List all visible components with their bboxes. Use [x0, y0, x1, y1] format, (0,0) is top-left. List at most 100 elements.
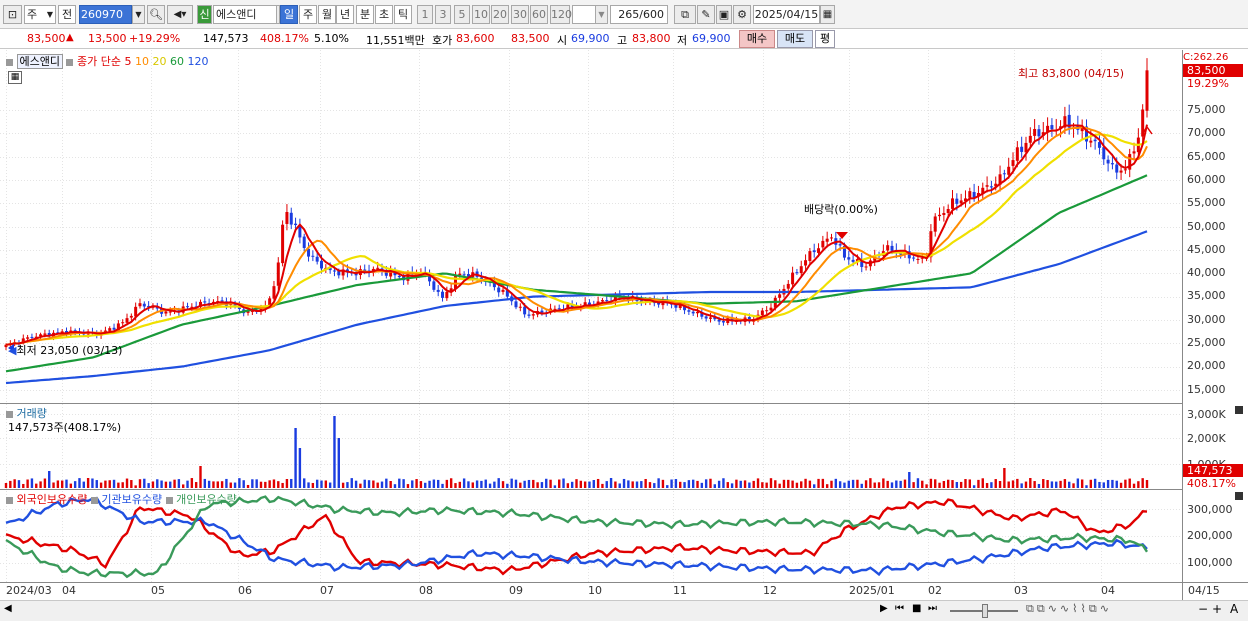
period-tab-6[interactable]: 틱	[394, 5, 412, 24]
code-dropdown-icon[interactable]: ▼	[132, 5, 145, 24]
volume-bar	[648, 482, 652, 488]
interval-button-10[interactable]: 10	[472, 5, 490, 24]
scroll-left-icon[interactable]: ◀	[4, 603, 12, 614]
volume-bar	[125, 478, 129, 488]
interval-dropdown-icon[interactable]: ▼	[595, 5, 608, 24]
legend-ma20[interactable]: 20	[152, 55, 166, 68]
volume-bar	[955, 482, 959, 488]
search-icon[interactable]: 🔍︎	[147, 5, 165, 24]
stop-icon[interactable]: ■	[912, 603, 921, 614]
layout-icon[interactable]: ⊡	[3, 5, 22, 24]
interval-button-30[interactable]: 30	[511, 5, 529, 24]
volume-bar	[869, 478, 872, 488]
stock-name-field[interactable]: 에스앤디	[213, 5, 277, 24]
candle-body	[938, 214, 942, 217]
volume-bar	[48, 471, 51, 488]
legend-ma10[interactable]: 10	[135, 55, 149, 68]
volume-bar	[748, 482, 751, 488]
x-axis-label: 09	[509, 584, 523, 597]
volume-bar	[899, 480, 902, 488]
legend-ma60[interactable]: 60	[170, 55, 184, 68]
indicator-icon[interactable]: ⧉	[674, 5, 696, 24]
draw-tool-icon[interactable]: ✎	[697, 5, 715, 24]
scroll-bar[interactable]: ◀ ▶ ⏮ ■ ⏭ ⧉⧉∿∿⌇⌇⧉∿ − + A	[0, 600, 1248, 621]
auto-scale-icon[interactable]: A	[1230, 602, 1238, 616]
volume-bar	[653, 483, 656, 488]
pane-close-icon[interactable]	[1235, 492, 1243, 500]
volume-bar	[890, 482, 894, 488]
market-select[interactable]: 주 ▼	[24, 5, 56, 24]
candle-body	[501, 289, 505, 292]
eval-button[interactable]: 평	[815, 30, 835, 48]
zoom-in-icon[interactable]: +	[1212, 602, 1222, 616]
volume-bar	[363, 479, 366, 488]
chart-area[interactable]	[0, 50, 1248, 601]
legend-foreign[interactable]: 외국인보유수량	[17, 493, 88, 506]
candle-body	[397, 275, 401, 278]
period-tab-1[interactable]: 주	[299, 5, 317, 24]
interval-button-3[interactable]: 3	[435, 5, 451, 24]
volume-bar	[1119, 482, 1123, 488]
volume-bar	[903, 479, 907, 488]
volume-bar	[320, 480, 323, 488]
first-icon[interactable]: ⏮	[895, 603, 904, 614]
volume-bar	[255, 479, 258, 488]
period-tab-2[interactable]: 월	[318, 5, 336, 24]
volume-bar	[523, 480, 526, 488]
save-icon[interactable]: ▣	[716, 5, 732, 24]
interval-button-1[interactable]: 1	[417, 5, 433, 24]
date-field[interactable]: 2025/04/15	[753, 5, 820, 24]
interval-button-60[interactable]: 60	[530, 5, 548, 24]
period-tab-4[interactable]: 분	[356, 5, 374, 24]
count-field[interactable]: 265/600	[610, 5, 668, 24]
interval-button-5[interactable]: 5	[454, 5, 470, 24]
volume-bar	[1020, 483, 1023, 488]
candle-body	[302, 236, 306, 248]
period-tab-5[interactable]: 초	[375, 5, 393, 24]
candle-body	[557, 308, 561, 310]
interval-button-20[interactable]: 20	[491, 5, 509, 24]
volume-bar	[117, 482, 120, 488]
pane-close-icon[interactable]	[1235, 406, 1243, 414]
legend-close-ma5[interactable]: 종가 단순 5	[77, 55, 131, 68]
stock-code-input[interactable]: 260970	[79, 5, 132, 24]
prev-button[interactable]: 전	[58, 5, 76, 24]
volume-bar	[99, 482, 103, 488]
legend-retail[interactable]: 개인보유수량	[176, 493, 237, 506]
zoom-out-icon[interactable]: −	[1198, 602, 1208, 616]
gear-icon[interactable]: ⚙	[733, 5, 751, 24]
volume-bar	[804, 478, 807, 488]
volume-bar	[1029, 478, 1032, 488]
sell-button[interactable]: 매도	[777, 30, 813, 48]
period-tab-0[interactable]: 일	[280, 5, 298, 24]
last-icon[interactable]: ⏭	[928, 603, 937, 614]
volume-bar	[328, 482, 332, 488]
grid-table-icon[interactable]: ▦	[8, 71, 22, 84]
zoom-slider-handle[interactable]	[982, 604, 988, 618]
buy-button[interactable]: 매수	[739, 30, 775, 48]
interval-button-120[interactable]: 120	[550, 5, 572, 24]
candle-body	[600, 300, 604, 302]
candle-body	[129, 315, 133, 318]
market-label: 주	[27, 8, 38, 21]
volume-bar	[130, 480, 133, 488]
candle-body	[376, 267, 380, 269]
x-axis-right-label: 04/15	[1188, 584, 1220, 597]
volume-bar	[17, 480, 21, 488]
scroll-right-icon[interactable]: ▶	[880, 603, 888, 614]
candle-body	[276, 262, 280, 286]
candle-body	[1037, 129, 1041, 137]
drawing-tools-icon[interactable]: ⧉⧉∿∿⌇⌇⧉∿	[1026, 602, 1112, 616]
volume-bar	[207, 480, 211, 488]
legend-institution[interactable]: 기관보유수량	[101, 493, 162, 506]
speaker-icon[interactable]: ◀▾	[167, 5, 193, 24]
x-axis-label: 04	[62, 584, 76, 597]
candle-body	[26, 337, 30, 339]
legend-stock-name[interactable]: 에스앤디	[16, 54, 63, 69]
period-tab-3[interactable]: 년	[336, 5, 354, 24]
volume-bar	[977, 479, 980, 488]
volume-bar	[722, 478, 725, 488]
volume-bar	[527, 479, 531, 488]
calendar-icon[interactable]: ▦	[820, 5, 835, 24]
legend-ma120[interactable]: 120	[187, 55, 208, 68]
